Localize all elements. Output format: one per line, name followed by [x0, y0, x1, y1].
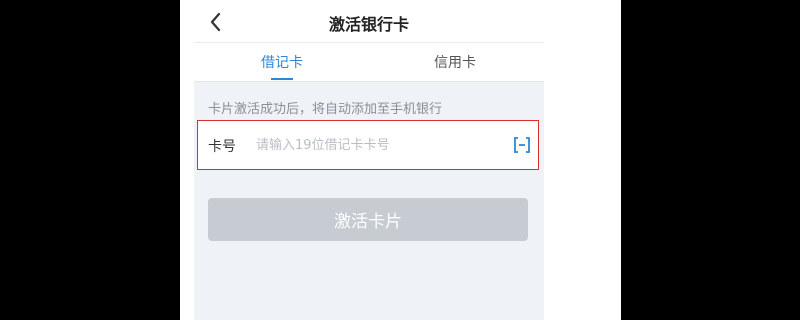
activate-card-button[interactable]: 激活卡片	[208, 198, 528, 241]
header-bar: 激活银行卡	[194, 0, 544, 43]
card-number-input[interactable]	[256, 134, 486, 156]
card-number-label: 卡号	[208, 139, 236, 155]
activation-hint-text: 卡片激活成功后，将自动添加至手机银行	[208, 102, 443, 117]
page-title: 激活银行卡	[328, 15, 409, 34]
content-area: 卡片激活成功后，将自动添加至手机银行 卡号 激活卡片	[194, 82, 544, 320]
app-screen: 激活银行卡 借记卡 信用卡 卡片激活成功后，将自动添加至手机银行 卡号 请输入1…	[194, 0, 621, 320]
tab-credit-card[interactable]: 信用卡	[434, 52, 476, 72]
card-type-tabs: 借记卡 信用卡	[194, 43, 544, 82]
screenshot-stage: 激活银行卡 借记卡 信用卡 卡片激活成功后，将自动添加至手机银行 卡号 请输入1…	[0, 0, 800, 320]
scan-icon	[514, 137, 530, 153]
tab-debit-card[interactable]: 借记卡	[261, 52, 303, 72]
card-number-row: 卡号	[197, 120, 539, 170]
active-tab-indicator	[271, 78, 293, 80]
phone-screen: 激活银行卡 借记卡 信用卡 卡片激活成功后，将自动添加至手机银行 卡号 请输入1…	[180, 0, 621, 320]
scan-card-button[interactable]	[512, 135, 532, 155]
